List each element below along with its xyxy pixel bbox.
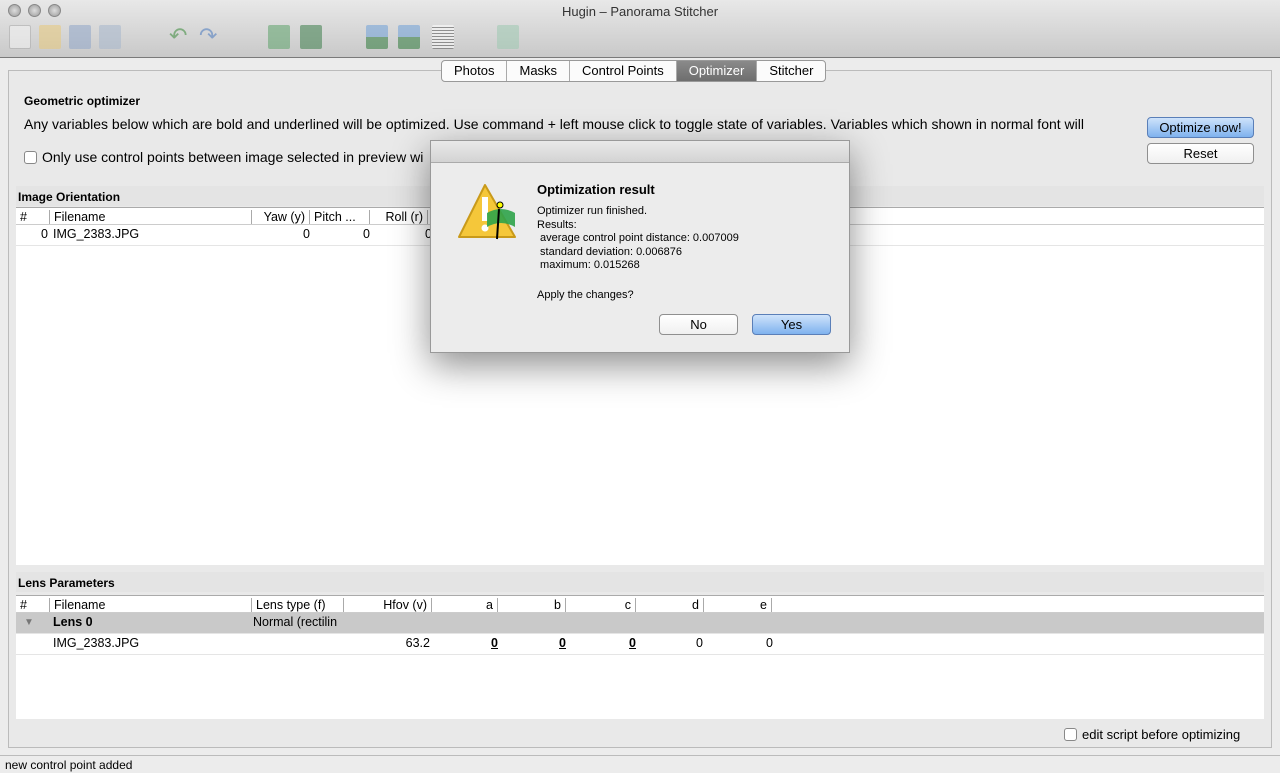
optimize-now-button[interactable]: Optimize now! (1147, 117, 1254, 138)
column-header[interactable]: Roll (r) (370, 210, 428, 224)
edit-script-option[interactable]: edit script before optimizing (1064, 727, 1240, 742)
cell: 0 (41, 227, 48, 241)
column-header[interactable]: d (638, 598, 704, 612)
table-row[interactable]: IMG_2383.JPG 63.2 0 0 0 0 0 (16, 634, 1264, 655)
tab-photos[interactable]: Photos (442, 61, 508, 81)
main-tabs: Photos Masks Control Points Optimizer St… (441, 60, 827, 82)
open-icon[interactable] (39, 25, 61, 49)
undo-icon[interactable]: ↶ (169, 25, 191, 49)
dialog-message: Optimizer run finished. Results: average … (537, 205, 739, 273)
tab-optimizer[interactable]: Optimizer (676, 61, 758, 81)
cell: 63.2 (405, 636, 430, 650)
window-title: Hugin – Panorama Stitcher (561, 4, 719, 19)
reset-button[interactable]: Reset (1147, 143, 1254, 164)
tab-masks[interactable]: Masks (507, 61, 571, 81)
save-as-icon[interactable] (99, 25, 121, 49)
cell: 0 (363, 227, 370, 241)
optimization-result-dialog: Optimization result Optimizer run finish… (430, 140, 850, 353)
lens-type: Normal (rectilin (253, 615, 338, 629)
table-header: # Filename Lens type (f) Hfov (v) a b c … (16, 596, 1264, 613)
cell[interactable]: 0 (638, 636, 703, 650)
only-cp-checkbox[interactable] (24, 151, 37, 164)
dialog-title: Optimization result (537, 182, 655, 197)
tab-stitcher[interactable]: Stitcher (757, 61, 825, 81)
details-icon[interactable] (432, 25, 454, 49)
tab-control-points[interactable]: Control Points (570, 61, 677, 81)
edit-script-label: edit script before optimizing (1082, 727, 1241, 742)
lens-parameters-table: # Filename Lens type (f) Hfov (v) a b c … (16, 595, 1264, 719)
edit-script-checkbox[interactable] (1064, 728, 1077, 741)
lens-group-label: Lens 0 (53, 615, 93, 629)
cell: 0 (425, 227, 432, 241)
redo-icon[interactable]: ↷ (199, 25, 221, 49)
optimizer-description: Any variables below which are bold and u… (24, 116, 1084, 132)
fast-preview-icon[interactable] (398, 25, 420, 49)
only-cp-option[interactable]: Only use control points between image se… (24, 149, 423, 165)
dialog-title-bar (431, 141, 849, 163)
message-line: Optimizer run finished. (537, 205, 648, 217)
column-header[interactable]: Lens type (f) (256, 598, 344, 612)
title-bar: Hugin – Panorama Stitcher ↶ ↷ (0, 0, 1280, 58)
cell: IMG_2383.JPG (53, 227, 140, 241)
cell: 0 (303, 227, 310, 241)
maximum: maximum: 0.015268 (537, 259, 640, 271)
dialog-question: Apply the changes? (537, 289, 634, 301)
align-icon[interactable] (300, 25, 322, 49)
yes-button[interactable]: Yes (752, 314, 831, 335)
column-header[interactable]: Filename (54, 210, 252, 224)
gl-preview-icon[interactable] (366, 25, 388, 49)
column-header[interactable]: # (20, 210, 50, 224)
optimizer-heading: Geometric optimizer (24, 94, 141, 108)
column-header[interactable]: Filename (54, 598, 252, 612)
stitch-icon[interactable] (497, 25, 519, 49)
column-header[interactable]: Yaw (y) (252, 210, 310, 224)
only-cp-label: Only use control points between image se… (42, 149, 424, 165)
cell[interactable]: 0 (434, 636, 498, 650)
column-header[interactable]: e (706, 598, 772, 612)
column-header[interactable]: Hfov (v) (346, 598, 432, 612)
column-header[interactable]: c (568, 598, 636, 612)
column-header[interactable]: a (434, 598, 498, 612)
cell[interactable]: 0 (500, 636, 566, 650)
save-icon[interactable] (69, 25, 91, 49)
no-button[interactable]: No (659, 314, 738, 335)
warning-icon (458, 184, 516, 240)
disclosure-triangle-icon[interactable]: ▼ (24, 617, 34, 628)
standard-deviation: standard deviation: 0.006876 (537, 245, 682, 258)
new-icon[interactable] (9, 25, 31, 49)
average-distance: average control point distance: 0.007009 (537, 232, 739, 244)
cell[interactable]: 0 (706, 636, 773, 650)
cell: IMG_2383.JPG (53, 636, 140, 650)
add-images-icon[interactable] (268, 25, 290, 49)
cell[interactable]: 0 (568, 636, 636, 650)
column-header[interactable]: Pitch ... (314, 210, 370, 224)
lens-parameters-title: Lens Parameters (16, 572, 1264, 592)
status-bar: new control point added (0, 755, 1280, 773)
column-header[interactable]: # (20, 598, 50, 612)
message-line: Results: (537, 218, 577, 231)
column-header[interactable]: b (500, 598, 566, 612)
lens-group-row[interactable]: ▼ Lens 0 Normal (rectilin (16, 613, 1264, 634)
